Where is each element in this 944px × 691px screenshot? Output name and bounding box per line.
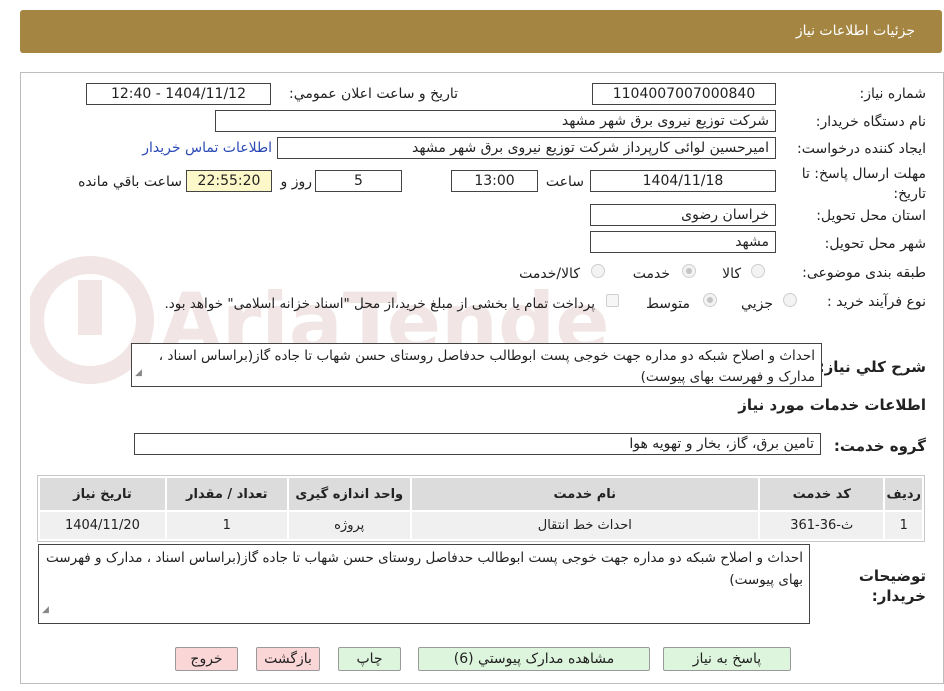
need-number-label: شماره نياز: (859, 86, 927, 102)
announce-datetime-field: 1404/11/12 - 12:40 (86, 83, 271, 105)
category-label: طبقه بندی موضوعی: (802, 265, 926, 281)
col-header-row-number: رديف (883, 476, 924, 512)
remaining-time-field: 22:55:20 (186, 170, 272, 192)
summary-textarea: احداث و اصلاح شبکه دو مداره جهت خوجی پست… (131, 343, 822, 387)
cell-quantity: 1 (164, 510, 289, 541)
col-header-unit: واحد اندازه گيری (286, 476, 412, 512)
category-option-service: خدمت (632, 266, 670, 282)
col-header-service-name: نام خدمت (409, 476, 760, 512)
summary-label: شرح کلي نياز: (818, 358, 926, 376)
page-title: جزئيات اطلاعات نياز (795, 23, 915, 39)
back-button[interactable]: بازگشت (256, 647, 320, 671)
remaining-days-field: 5 (315, 170, 402, 192)
process-radio-medium[interactable] (703, 293, 717, 307)
buyer-org-label: نام دستگاه خريدار: (815, 114, 926, 130)
cell-row-number: 1 (883, 510, 924, 541)
exit-button[interactable]: خروج (175, 647, 238, 671)
buyer-notes-textarea: احداث و اصلاح شبکه دو مداره جهت خوجی پست… (38, 544, 810, 624)
reply-button[interactable]: پاسخ به نياز (663, 647, 791, 671)
process-option-medium: متوسط (646, 296, 690, 312)
service-group-field: تامین برق، گاز، بخار و تهویه هوا (134, 433, 821, 455)
deadline-time-label: ساعت (545, 174, 584, 190)
service-group-label: گروه خدمت: (833, 437, 926, 455)
cell-unit: پروژه (286, 510, 412, 541)
summary-text: احداث و اصلاح شبکه دو مداره جهت خوجی پست… (158, 348, 815, 385)
category-radio-service[interactable] (682, 264, 696, 278)
col-header-service-code: کد خدمت (757, 476, 886, 512)
buyer-notes-text: احداث و اصلاح شبکه دو مداره جهت خوجی پست… (46, 550, 803, 588)
category-radio-goods[interactable] (751, 264, 765, 278)
deadline-date-field: 1404/11/18 (590, 170, 776, 192)
treasury-note: پرداخت تمام یا بخشی از مبلغ خرید،از محل … (164, 296, 595, 312)
resize-grip-icon[interactable]: ◢ (42, 599, 49, 621)
announce-datetime-label: تاريخ و ساعت اعلان عمومي: (289, 86, 458, 102)
deadline-time-field: 13:00 (451, 170, 538, 192)
resize-grip-icon[interactable]: ◢ (135, 363, 142, 384)
cell-service-code: ث-36-361 (757, 510, 886, 541)
province-field: خراسان رضوی (590, 204, 776, 226)
days-label: روز و (280, 174, 313, 190)
treasury-checkbox[interactable] (606, 294, 619, 307)
attachments-button[interactable]: مشاهده مدارک پيوستي (6) (418, 647, 650, 671)
print-button[interactable]: چاپ (338, 647, 401, 671)
remaining-time-label: ساعت باقي مانده (78, 174, 182, 190)
cell-need-date: 1404/11/20 (38, 510, 167, 541)
services-table: رديف کد خدمت نام خدمت واحد اندازه گيری ت… (37, 475, 925, 542)
table-row: 1 ث-36-361 احداث خط انتقال پروژه 1 1404/… (38, 510, 924, 541)
process-option-minor: جزيي (741, 296, 773, 312)
buyer-org-field: شرکت توزیع نیروی برق شهر مشهد (215, 110, 776, 132)
city-label: شهر محل تحويل: (824, 236, 926, 252)
services-section-title: اطلاعات خدمات مورد نياز (738, 396, 926, 414)
province-label: استان محل تحويل: (816, 208, 926, 224)
need-number-field: 1104007007000840 (592, 83, 776, 105)
col-header-need-date: تاريخ نياز (38, 476, 167, 512)
process-label: نوع فرآيند خريد : (827, 294, 926, 310)
cell-service-name: احداث خط انتقال (409, 510, 760, 541)
requester-field: امیرحسین لوائی کارپرداز شرکت توزیع نیروی… (277, 137, 776, 159)
category-option-goods: کالا (722, 266, 741, 282)
category-radio-goods-service[interactable] (591, 264, 605, 278)
category-option-goods-service: کالا/خدمت (519, 266, 580, 282)
city-field: مشهد (590, 231, 776, 253)
process-radio-minor[interactable] (783, 293, 797, 307)
buyer-notes-label: توضيحات خريدار: (858, 567, 926, 605)
buyer-contact-link[interactable]: اطلاعات تماس خريدار (142, 140, 272, 156)
page-header: جزئيات اطلاعات نياز (20, 10, 942, 53)
deadline-label: مهلت ارسال پاسخ: تا تاريخ: (801, 166, 926, 202)
table-header-row: رديف کد خدمت نام خدمت واحد اندازه گيری ت… (38, 476, 924, 512)
col-header-quantity: تعداد / مقدار (164, 476, 289, 512)
requester-label: ايجاد کننده درخواست: (797, 141, 926, 157)
